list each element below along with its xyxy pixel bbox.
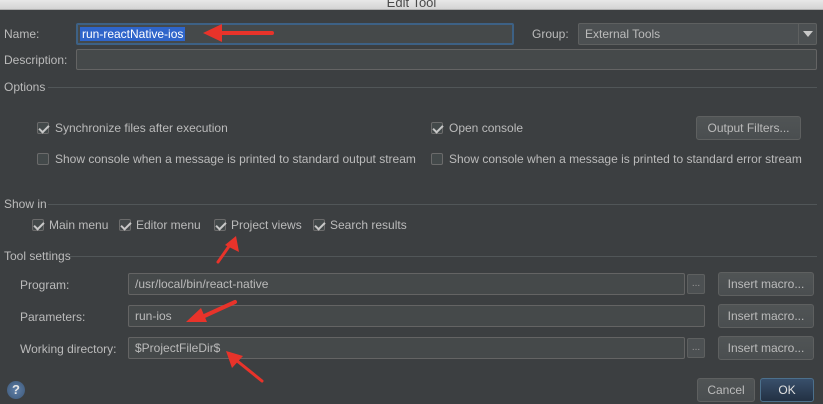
annotation-arrow-icon [186, 300, 237, 322]
annotation-arrows [186, 24, 274, 383]
annotation-arrow-icon [203, 24, 274, 42]
annotation-arrow-icon [216, 236, 239, 264]
annotation-arrow-icon [226, 351, 264, 383]
